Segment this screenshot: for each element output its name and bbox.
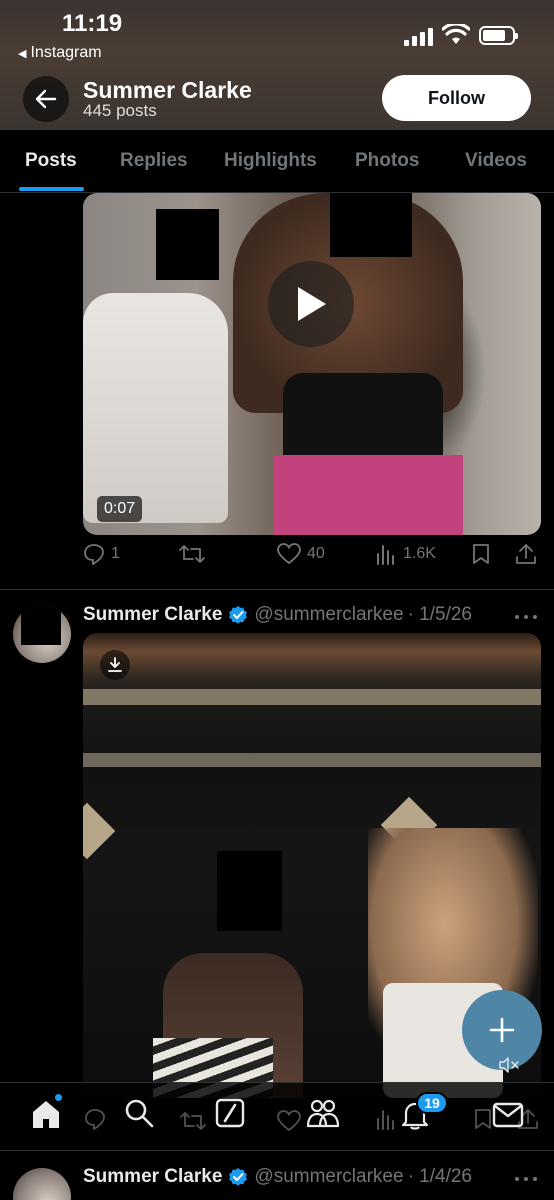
status-time: 11:19 [62, 10, 123, 37]
status-bar: 11:19 ◀ Instagram [0, 0, 554, 66]
views-count: 1.6K [403, 545, 436, 562]
censor-box [330, 193, 412, 257]
back-to-app-link[interactable]: ◀ Instagram [18, 44, 102, 62]
messages-icon[interactable] [492, 1102, 524, 1128]
back-app-label: Instagram [30, 44, 102, 61]
heart-icon [277, 1110, 301, 1132]
repost-icon [179, 545, 205, 563]
verified-badge-icon [229, 1168, 248, 1186]
share-icon [516, 544, 536, 564]
reply-count: 1 [111, 545, 120, 562]
repost-icon [180, 1112, 206, 1130]
tab-highlights[interactable]: Highlights [224, 150, 317, 172]
like-count: 40 [307, 545, 325, 562]
post-header: Summer Clarke @summerclarkee · 1/4/26 [83, 1165, 472, 1189]
profile-tabs: Posts Replies Highlights Photos Videos [0, 130, 554, 193]
views-icon [377, 545, 394, 565]
video-frame-detail [83, 753, 541, 767]
avatar[interactable] [13, 605, 71, 663]
post-author-name[interactable]: Summer Clarke [83, 604, 222, 626]
post-actions: 1 40 1.6K [83, 543, 541, 573]
heart-icon [277, 543, 301, 565]
home-icon[interactable] [30, 1098, 62, 1130]
home-notification-dot [55, 1094, 62, 1101]
play-icon [298, 287, 326, 321]
video-frame-detail [273, 455, 463, 535]
reply-action[interactable]: 1 [83, 543, 120, 565]
post-date: · 1/4/26 [407, 1166, 472, 1187]
verified-badge-icon [229, 606, 248, 624]
muted-speaker-icon[interactable] [498, 1057, 520, 1073]
tab-videos[interactable]: Videos [465, 150, 527, 172]
profile-name: Summer Clarke [83, 77, 252, 103]
profile-post-count: 445 posts [83, 101, 157, 120]
post-header: Summer Clarke @summerclarkee · 1/5/26 [83, 603, 472, 627]
post-author-handle[interactable]: @summerclarkee [254, 1166, 403, 1188]
post-video[interactable] [83, 193, 541, 535]
more-options-icon[interactable] [515, 615, 539, 621]
notifications-badge: 19 [416, 1092, 448, 1114]
bookmark-icon [473, 544, 489, 564]
tab-replies[interactable]: Replies [120, 150, 188, 172]
download-icon [108, 657, 122, 672]
battery-icon [479, 26, 518, 45]
avatar[interactable] [13, 1168, 71, 1200]
post-author-handle[interactable]: @summerclarkee [254, 604, 403, 626]
active-tab-indicator [19, 187, 84, 191]
bookmark-icon [475, 1109, 491, 1129]
video-frame-detail [83, 689, 541, 705]
video-duration: 0:07 [97, 496, 143, 522]
search-icon[interactable] [124, 1098, 154, 1128]
plus-icon [489, 1017, 515, 1043]
video-frame-detail [83, 802, 116, 860]
grok-icon[interactable] [215, 1098, 245, 1128]
bookmark-action[interactable] [472, 543, 490, 565]
back-button[interactable] [23, 76, 69, 122]
censor-box [217, 851, 282, 931]
post-divider [0, 1150, 554, 1151]
views-action[interactable]: 1.6K [375, 543, 436, 565]
play-button[interactable] [268, 261, 354, 347]
like-action[interactable]: 40 [277, 543, 325, 565]
censor-box [156, 209, 219, 280]
share-action[interactable] [515, 543, 537, 565]
views-icon [377, 1110, 394, 1130]
post-author-name[interactable]: Summer Clarke [83, 1166, 222, 1188]
censor-box [21, 605, 61, 645]
download-button[interactable] [100, 650, 130, 680]
tab-posts[interactable]: Posts [25, 150, 77, 172]
tab-photos[interactable]: Photos [355, 150, 419, 172]
arrow-left-icon [35, 89, 57, 109]
video-frame-detail [83, 293, 228, 523]
wifi-icon [442, 24, 470, 44]
communities-icon[interactable] [306, 1098, 340, 1128]
follow-button[interactable]: Follow [382, 75, 531, 121]
cellular-signal-icon [404, 28, 434, 46]
repost-action[interactable] [179, 543, 211, 565]
reply-icon [85, 1109, 105, 1130]
more-options-icon[interactable] [515, 1177, 539, 1183]
reply-icon [84, 544, 104, 565]
post-divider [0, 589, 554, 590]
back-triangle-icon: ◀ [18, 48, 27, 60]
post-date: · 1/5/26 [407, 604, 472, 625]
